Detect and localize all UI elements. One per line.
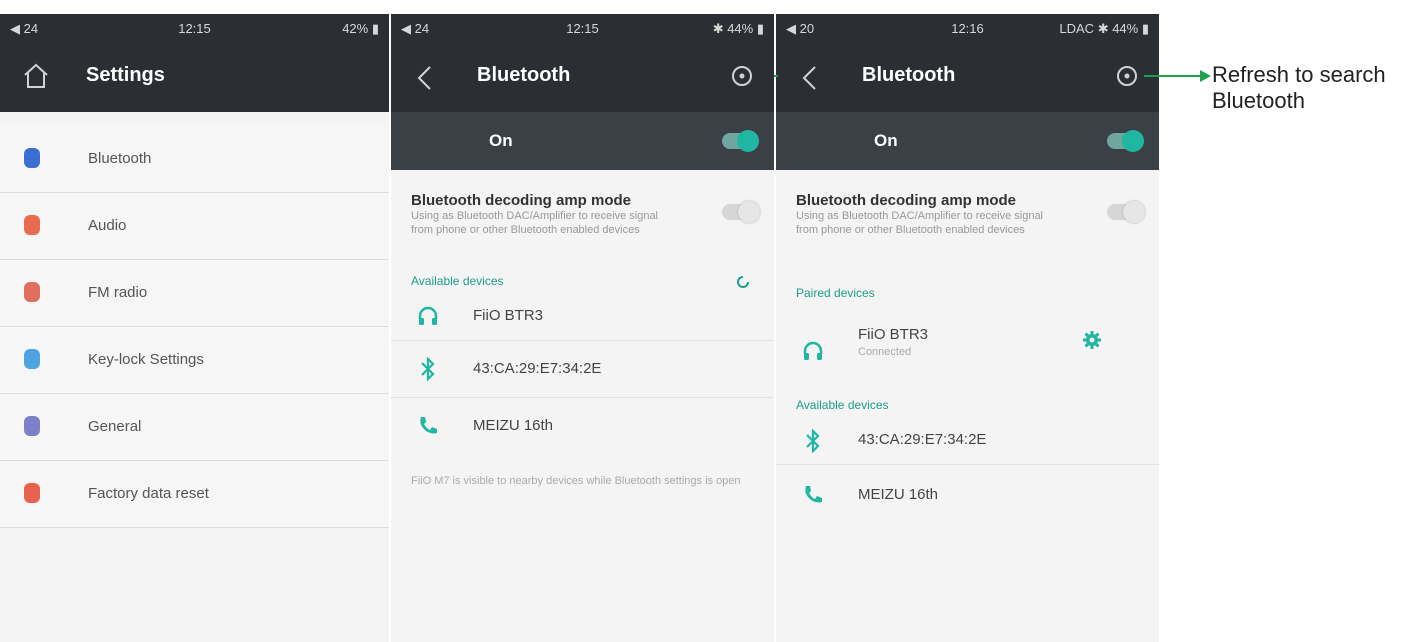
annotation-line-1: Refresh to search [1212, 62, 1386, 87]
refresh-annotation: Refresh to search Bluetooth [1212, 62, 1386, 114]
annotation-arrow [774, 70, 1211, 82]
annotation-line-2: Bluetooth [1212, 88, 1305, 113]
